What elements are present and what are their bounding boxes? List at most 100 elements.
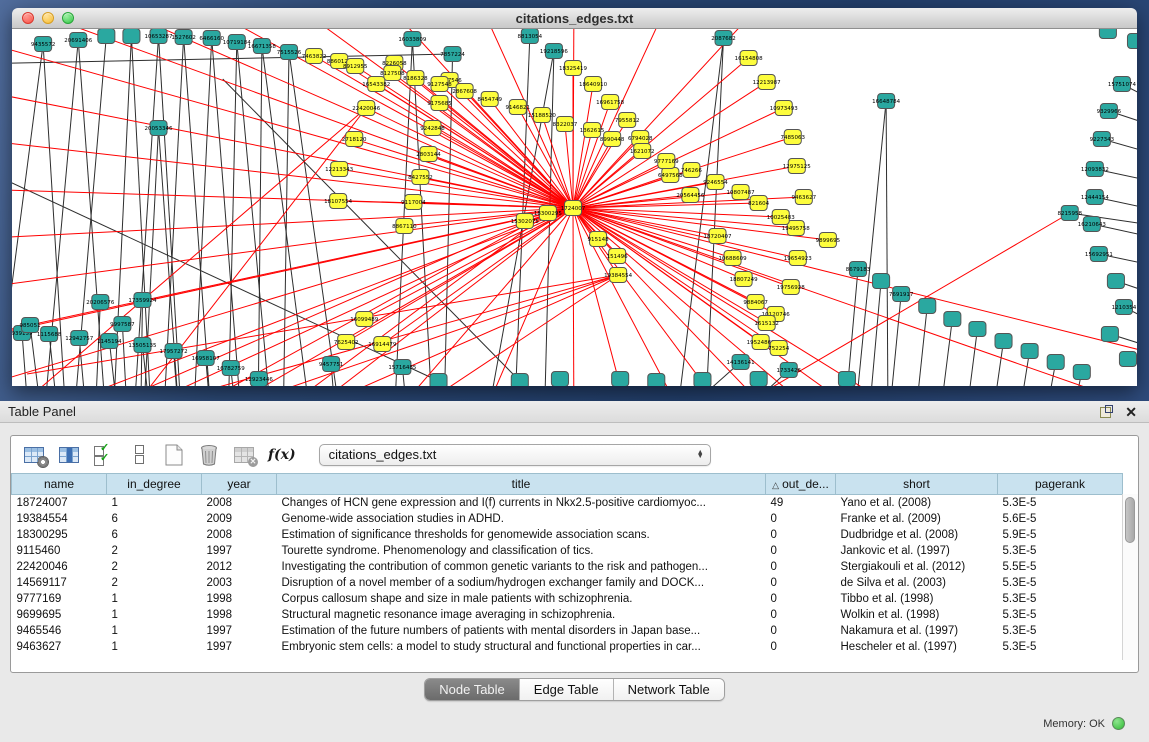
node-label: 12213987	[753, 80, 782, 86]
tab-network-table[interactable]: Network Table	[613, 679, 724, 700]
citation-node-teal[interactable]	[1099, 29, 1116, 39]
table-row[interactable]: 1938455462009Genome-wide association stu…	[12, 511, 1123, 527]
node-label: 17359924	[128, 298, 157, 304]
table-settings-icon[interactable]	[21, 442, 47, 468]
citation-edge-black[interactable]	[193, 38, 212, 386]
node-label: 10688609	[719, 256, 748, 262]
citation-edge-black[interactable]	[412, 39, 433, 386]
citation-edge-black[interactable]	[853, 101, 886, 386]
citation-node-teal[interactable]	[98, 29, 115, 44]
table-cell: 9465546	[12, 623, 107, 639]
citation-edge-red[interactable]	[573, 130, 592, 208]
table-row[interactable]: 977716911998Corpus callosum shape and si…	[12, 591, 1123, 607]
citation-network-graph[interactable]: 9435572206914061065328715276026466160107…	[12, 29, 1137, 386]
show-column-icon[interactable]	[56, 442, 82, 468]
citation-node-teal[interactable]	[511, 374, 528, 387]
column-header-out_de[interactable]: △out_de...	[766, 474, 836, 495]
import-table-icon[interactable]: ✕	[231, 442, 257, 468]
delete-icon[interactable]	[196, 442, 222, 468]
citation-edge-red[interactable]	[12, 208, 573, 239]
citation-node-teal[interactable]	[919, 299, 936, 314]
citation-node-teal[interactable]	[995, 334, 1012, 349]
node-label: 18325419	[559, 66, 588, 72]
citation-node-teal[interactable]	[123, 29, 140, 44]
select-columns-icon[interactable]: ✓ ✓	[91, 442, 117, 468]
citation-node-teal[interactable]	[750, 372, 767, 387]
node-label: 7515526	[277, 50, 302, 56]
citation-edge-black[interactable]	[283, 52, 289, 386]
citation-edge-black[interactable]	[963, 329, 977, 386]
column-header-in_degree[interactable]: in_degree	[107, 474, 202, 495]
citation-node-teal[interactable]	[969, 322, 986, 337]
citation-edge-black[interactable]	[159, 36, 183, 386]
table-scrollbar[interactable]	[1122, 494, 1138, 660]
node-label: 15716485	[388, 365, 417, 371]
citation-node-teal[interactable]	[1127, 34, 1137, 49]
citation-edge-red[interactable]	[313, 275, 618, 386]
new-document-icon[interactable]	[161, 442, 187, 468]
tab-edge-table[interactable]: Edge Table	[519, 679, 613, 700]
citation-edge-black[interactable]	[886, 101, 888, 386]
citation-edge-red[interactable]	[12, 208, 573, 289]
citation-node-teal[interactable]	[430, 374, 447, 387]
column-header-name[interactable]: name	[12, 474, 107, 495]
citation-node-teal[interactable]	[612, 372, 629, 387]
citation-node-teal[interactable]	[648, 374, 665, 387]
column-header-title[interactable]: title	[277, 474, 766, 495]
citation-node-teal[interactable]	[551, 372, 568, 387]
close-window-icon[interactable]	[22, 12, 34, 24]
column-header-pagerank[interactable]: pagerank	[998, 474, 1123, 495]
citation-edge-red[interactable]	[573, 208, 574, 386]
table-row[interactable]: 946554611997Estimation of the future num…	[12, 623, 1123, 639]
citation-edge-black[interactable]	[184, 37, 213, 386]
network-canvas[interactable]: 9435572206914061065328715276026466160107…	[12, 29, 1137, 386]
citation-edge-black[interactable]	[122, 324, 128, 386]
citation-edge-black[interactable]	[843, 269, 858, 386]
minimize-window-icon[interactable]	[42, 12, 54, 24]
zoom-window-icon[interactable]	[62, 12, 74, 24]
citation-node-teal[interactable]	[1101, 327, 1118, 342]
citation-edge-black[interactable]	[887, 294, 901, 386]
citation-edge-black[interactable]	[937, 319, 952, 386]
close-panel-icon[interactable]: ✕	[1125, 405, 1137, 419]
table-row[interactable]: 946362711997Embryonic stem cells: a mode…	[12, 639, 1123, 655]
table-row[interactable]: 1872400712008Changes of HCN gene express…	[12, 495, 1123, 512]
citation-edge-black[interactable]	[289, 52, 343, 386]
citation-node-teal[interactable]	[1119, 352, 1136, 367]
citation-node-teal[interactable]	[1047, 355, 1064, 370]
table-cell: Changes of HCN gene expression and I(f) …	[277, 495, 766, 512]
table-row[interactable]: 969969511998Structural magnetic resonanc…	[12, 607, 1123, 623]
function-builder-icon[interactable]: f(x)	[268, 447, 296, 463]
table-row[interactable]: 2242004622012Investigating the contribut…	[12, 559, 1123, 575]
scrollbar-thumb[interactable]	[1125, 497, 1135, 543]
citation-edge-red[interactable]	[376, 84, 573, 208]
citation-node-teal[interactable]	[1073, 365, 1090, 380]
network-window-titlebar[interactable]: citations_edges.txt	[12, 8, 1137, 29]
table-row[interactable]: 911546021997Tourette syndrome. Phenomeno…	[12, 543, 1123, 559]
citation-node-teal[interactable]	[1021, 344, 1038, 359]
tab-node-table[interactable]: Node Table	[425, 679, 519, 700]
table-cell: Estimation of significance thresholds fo…	[277, 527, 766, 543]
citation-edge-black[interactable]	[913, 306, 927, 386]
table-row[interactable]: 1830029562008Estimation of significance …	[12, 527, 1123, 543]
citation-edge-black[interactable]	[212, 38, 243, 386]
citation-edge-red[interactable]	[573, 208, 1137, 359]
node-label: 1362615	[580, 128, 605, 134]
citation-edge-red[interactable]	[12, 39, 573, 208]
table-selector-dropdown[interactable]: citations_edges.txt ▲▼	[319, 444, 711, 466]
citation-node-teal[interactable]	[694, 373, 711, 387]
table-row[interactable]: 1456911722003Disruption of a novel membe…	[12, 575, 1123, 591]
citation-node-teal[interactable]	[944, 312, 961, 327]
citation-node-teal[interactable]	[838, 372, 855, 387]
citation-edge-red[interactable]	[346, 208, 573, 342]
float-window-icon[interactable]	[1100, 405, 1113, 418]
node-label: 16961758	[596, 100, 625, 106]
citation-node-teal[interactable]	[1107, 274, 1124, 289]
column-header-short[interactable]: short	[836, 474, 998, 495]
citation-node-teal[interactable]	[873, 274, 890, 289]
row-options-icon[interactable]	[126, 442, 152, 468]
column-header-year[interactable]: year	[202, 474, 277, 495]
node-label: 16210643	[1078, 222, 1107, 228]
citation-edge-black[interactable]	[867, 281, 881, 386]
citation-edge-black[interactable]	[228, 42, 237, 386]
